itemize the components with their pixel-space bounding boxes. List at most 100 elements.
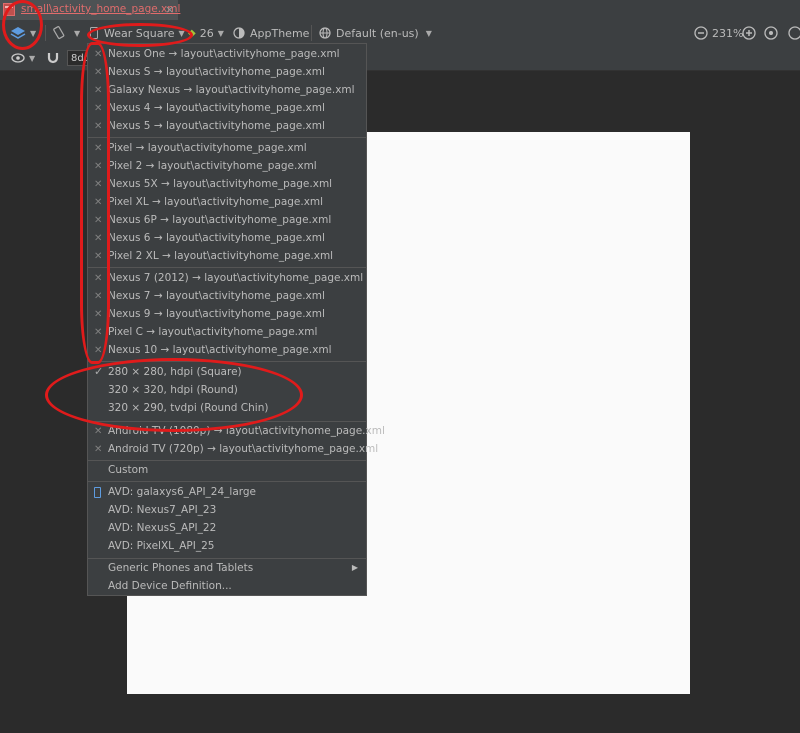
menu-item-wear-round-chin[interactable]: 320 × 290, tvdpi (Round Chin) <box>88 400 366 418</box>
menu-item-label: Add Device Definition... <box>108 580 232 592</box>
menu-item-label: 320 × 320, hdpi (Round) <box>108 384 238 396</box>
menu-item-label: Nexus 7 → layout\activityhome_page.xml <box>108 290 325 302</box>
menu-item-label: Nexus 6P → layout\activityhome_page.xml <box>108 214 332 226</box>
menu-item-add-device[interactable]: Add Device Definition... <box>88 578 366 596</box>
menu-item-custom[interactable]: Custom <box>88 462 366 480</box>
menu-divider <box>88 558 366 559</box>
checkmark-icon: ✓ <box>94 365 104 378</box>
menu-item-generic-phones[interactable]: Generic Phones and Tablets ▶ <box>88 560 366 578</box>
menu-item-avd[interactable]: AVD: Nexus7_API_23 <box>88 502 366 520</box>
menu-item-device[interactable]: ✕ Pixel C → layout\activityhome_page.xml <box>88 324 366 342</box>
menu-item-label: Nexus 9 → layout\activityhome_page.xml <box>108 308 325 320</box>
menu-item-wear-round[interactable]: 320 × 320, hdpi (Round) <box>88 382 366 400</box>
menu-item-label: Nexus 5 → layout\activityhome_page.xml <box>108 120 325 132</box>
menu-item-label: Nexus S → layout\activityhome_page.xml <box>108 66 325 78</box>
menu-item-tv[interactable]: ✕ Android TV (720p) → layout\activityhome… <box>88 441 378 459</box>
menu-item-device[interactable]: ✕ Nexus One → layout\activityhome_page.xm… <box>88 46 366 64</box>
close-icon: ✕ <box>94 49 103 60</box>
theme-icon <box>233 27 245 39</box>
menu-item-device[interactable]: ✕ Nexus 4 → layout\activityhome_page.xml <box>88 100 366 118</box>
zoom-in-button[interactable] <box>742 20 756 46</box>
menu-item-label: Nexus 4 → layout\activityhome_page.xml <box>108 102 325 114</box>
theme-label: AppTheme <box>250 26 310 40</box>
zoom-fit-button[interactable] <box>764 20 778 46</box>
menu-divider <box>88 137 366 138</box>
menu-item-label: Nexus One → layout\activityhome_page.xml <box>108 48 340 60</box>
tab-label: small\activity_home_page.xml <box>21 3 181 15</box>
close-icon: ✕ <box>94 197 103 208</box>
chevron-right-icon: ▶ <box>351 563 358 572</box>
menu-item-label: Nexus 10 → layout\activityhome_page.xml <box>108 344 332 356</box>
chevron-down-icon: ▼ <box>29 53 36 63</box>
menu-item-device[interactable]: ✕ Nexus 6P → layout\activityhome_page.xml <box>88 212 366 230</box>
menu-item-device[interactable]: ✕ Nexus 6 → layout\activityhome_page.xml <box>88 230 366 248</box>
menu-item-label: Custom <box>108 464 149 476</box>
chevron-down-icon: ▼ <box>30 28 37 38</box>
api-label: 26 <box>199 26 214 40</box>
phone-icon <box>94 487 101 498</box>
menu-item-device[interactable]: ✕ Nexus 9 → layout\activityhome_page.xml <box>88 306 366 324</box>
menu-divider <box>88 267 366 268</box>
device-label: Wear Square <box>104 26 175 40</box>
menu-item-device[interactable]: ✕ Pixel XL → layout\activityhome_page.xml <box>88 194 366 212</box>
globe-icon <box>319 27 331 39</box>
menu-item-device[interactable]: ✕ Pixel 2 → layout\activityhome_page.xml <box>88 158 366 176</box>
design-surface-button[interactable]: ▼ <box>10 20 36 46</box>
close-icon: ✕ <box>94 426 103 437</box>
menu-item-device[interactable]: ✕ Nexus 5X → layout\activityhome_page.xml <box>88 176 366 194</box>
xml-file-icon <box>3 3 15 16</box>
menu-item-device[interactable]: ✕ Galaxy Nexus → layout\activityhome_page… <box>88 82 366 100</box>
close-icon: ✕ <box>94 291 103 302</box>
menu-item-label: AVD: PixelXL_API_25 <box>108 540 215 552</box>
close-icon: ✕ <box>94 143 103 154</box>
close-icon: ✕ <box>94 103 103 114</box>
zoom-in-icon <box>742 26 756 40</box>
close-icon: ✕ <box>94 161 103 172</box>
menu-divider <box>88 361 366 362</box>
menu-item-label: Pixel 2 XL → layout\activityhome_page.xm… <box>108 250 334 262</box>
zoom-fit-icon <box>764 26 778 40</box>
menu-item-device[interactable]: ✕ Nexus 7 → layout\activityhome_page.xml <box>88 288 366 306</box>
menu-item-device[interactable]: ✕ Nexus S → layout\activityhome_page.xml <box>88 64 366 82</box>
zoom-level: 231% <box>712 26 744 40</box>
menu-divider <box>88 421 366 422</box>
close-icon: ✕ <box>94 444 103 455</box>
device-icon <box>90 27 98 39</box>
toolbar-separator <box>45 25 46 41</box>
menu-item-label: AVD: Nexus7_API_23 <box>108 504 217 516</box>
menu-item-avd[interactable]: AVD: PixelXL_API_25 <box>88 538 366 556</box>
menu-item-wear-square[interactable]: ✓ 280 × 280, hdpi (Square) <box>88 364 366 382</box>
menu-item-label: AVD: NexusS_API_22 <box>108 522 217 534</box>
menu-item-label: Generic Phones and Tablets <box>108 562 254 574</box>
close-icon[interactable]: × <box>165 3 174 16</box>
close-icon: ✕ <box>94 215 103 226</box>
menu-divider <box>88 460 366 461</box>
zoom-out-button[interactable] <box>694 20 708 46</box>
menu-item-label: Android TV (1080p) → layout\activityhome… <box>108 425 385 437</box>
autoconnect-button[interactable] <box>47 46 59 70</box>
view-options-button[interactable]: ▼ <box>11 46 35 70</box>
magnet-icon <box>47 53 59 64</box>
menu-item-device[interactable]: ✕ Pixel → layout\activityhome_page.xml <box>88 140 366 158</box>
menu-item-label: Pixel XL → layout\activityhome_page.xml <box>108 196 324 208</box>
menu-item-device[interactable]: ✕ Pixel 2 XL → layout\activityhome_page.x… <box>88 248 366 266</box>
zoom-actual-icon <box>788 26 800 40</box>
menu-item-device[interactable]: ✕ Nexus 7 (2012) → layout\activityhome_pa… <box>88 270 366 288</box>
orientation-button[interactable]: ▼ <box>52 20 80 46</box>
close-icon: ✕ <box>94 233 103 244</box>
chevron-down-icon: ▼ <box>425 28 432 38</box>
menu-item-device[interactable]: ✕ Nexus 5 → layout\activityhome_page.xml <box>88 118 366 136</box>
menu-item-label: 280 × 280, hdpi (Square) <box>108 366 242 378</box>
editor-tab[interactable]: small\activity_home_page.xml × <box>0 0 181 20</box>
menu-item-label: 320 × 290, tvdpi (Round Chin) <box>108 402 269 414</box>
close-icon: ✕ <box>94 121 103 132</box>
layers-icon <box>10 27 26 39</box>
menu-item-device[interactable]: ✕ Nexus 10 → layout\activityhome_page.xml <box>88 342 366 360</box>
menu-item-avd[interactable]: AVD: NexusS_API_22 <box>88 520 366 538</box>
locale-label: Default (en-us) <box>336 26 419 40</box>
zoom-actual-button[interactable] <box>788 20 800 46</box>
menu-item-avd[interactable]: AVD: galaxys6_API_24_large <box>88 484 366 502</box>
menu-item-label: Pixel → layout\activityhome_page.xml <box>108 142 307 154</box>
close-icon: ✕ <box>94 179 103 190</box>
menu-item-tv[interactable]: ✕ Android TV (1080p) → layout\activityhom… <box>88 423 385 441</box>
